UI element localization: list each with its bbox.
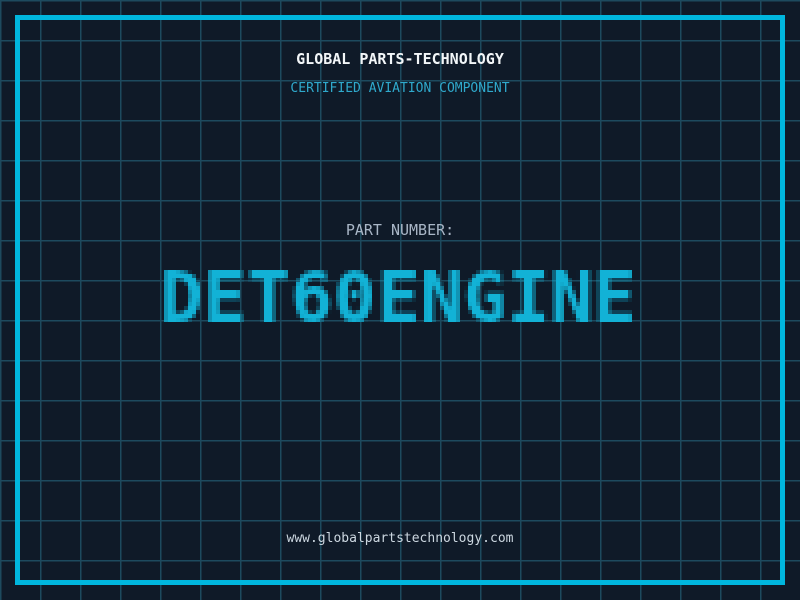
certification-subtitle: CERTIFIED AVIATION COMPONENT: [290, 81, 510, 96]
blueprint-card: GLOBAL PARTS-TECHNOLOGY CERTIFIED AVIATI…: [0, 0, 800, 600]
part-number-label: PART NUMBER:: [345, 221, 455, 239]
company-title: GLOBAL PARTS-TECHNOLOGY: [296, 50, 504, 68]
website-url: www.globalpartstechnology.com: [286, 531, 514, 546]
part-number-display: [156, 246, 644, 342]
